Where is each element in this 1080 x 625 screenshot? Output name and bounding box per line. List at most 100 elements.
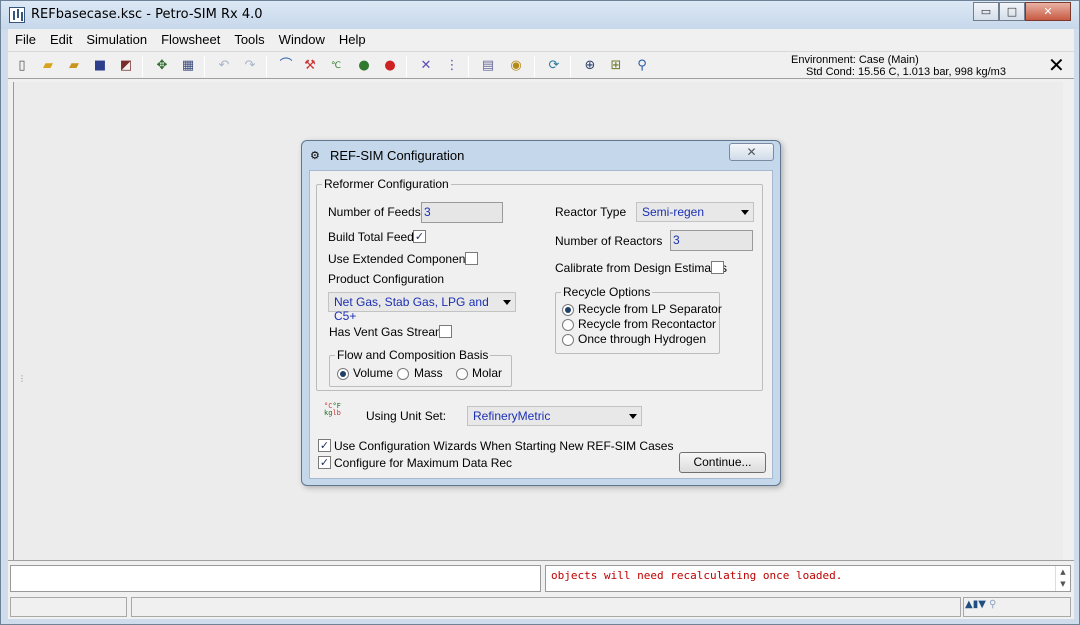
reformer-config-group: Reformer Configuration Number of Feeds 3… (316, 177, 763, 391)
menu-file[interactable]: File (8, 29, 43, 51)
unit-set-dropdown[interactable]: RefineryMetric (467, 406, 642, 426)
menu-flowsheet[interactable]: Flowsheet (154, 29, 227, 51)
trace-window[interactable]: objects will need recalculating once loa… (545, 565, 1071, 592)
basis-molar-radio[interactable] (456, 368, 468, 380)
open-folder-icon[interactable]: ▰ (38, 56, 58, 76)
new-file-icon[interactable]: ▯ (12, 56, 32, 76)
tools-icon[interactable]: ⚒ (300, 56, 320, 76)
environment-info: Environment: Case (Main) Std Cond: 15.56… (791, 54, 1006, 78)
recycle-recontactor-label: Recycle from Recontactor (578, 317, 717, 331)
minimize-button[interactable]: ▭ (973, 2, 999, 21)
app-icon (9, 7, 25, 23)
ref-sim-config-dialog: ⚙ REF-SIM Configuration ✕ Reformer Confi… (301, 140, 781, 486)
once-through-hydrogen-label: Once through Hydrogen (578, 332, 707, 346)
use-extended-components-checkbox[interactable] (465, 252, 478, 265)
build-total-feed-checkbox[interactable]: ✓ (413, 230, 426, 243)
status-cell (10, 597, 127, 617)
status-window[interactable] (10, 565, 541, 592)
number-of-feeds-label: Number of Feeds (328, 205, 421, 219)
toolbar-separator (204, 56, 205, 77)
solver-hold-icon[interactable]: ● (380, 56, 400, 76)
dialog-title-bar[interactable]: ⚙ REF-SIM Configuration ✕ (302, 141, 780, 169)
binoculars-icon[interactable]: ⊕ (580, 56, 600, 76)
recycle-lp-separator-radio[interactable] (562, 304, 574, 316)
number-of-feeds-input[interactable]: 3 (421, 202, 503, 223)
reactor-type-label: Reactor Type (555, 205, 627, 219)
close-icon[interactable]: ✕ (1048, 55, 1065, 75)
menu-window[interactable]: Window (272, 29, 332, 51)
chevron-down-icon (503, 300, 511, 305)
composition-icon[interactable]: ⋮ (442, 56, 462, 76)
trace-scrollbar[interactable]: ▲ ▼ (1055, 566, 1070, 591)
save-icon[interactable]: ■ (90, 56, 110, 76)
curve-plot-icon[interactable]: ⌒ (276, 56, 296, 76)
toolbar-separator (468, 56, 469, 77)
toolbar-separator (142, 56, 143, 77)
has-vent-gas-checkbox[interactable] (439, 325, 452, 338)
product-config-value: Net Gas, Stab Gas, LPG and C5+ (334, 295, 489, 323)
continue-button[interactable]: Continue... (679, 452, 766, 473)
recycle-options-group: Recycle Options Recycle from LP Separato… (555, 285, 722, 354)
toolbar-separator (406, 56, 407, 77)
recycle-lp-separator-label: Recycle from LP Separator (578, 302, 722, 316)
workbook-icon[interactable]: ▦ (178, 56, 198, 76)
stream-icon[interactable]: ✕ (416, 56, 436, 76)
toolbar-separator (570, 56, 571, 77)
dialog-icon: ⚙ (310, 149, 320, 162)
basis-volume-radio[interactable] (337, 368, 349, 380)
number-of-reactors-label: Number of Reactors (555, 234, 663, 248)
oil-manager-icon[interactable]: ◉ (506, 56, 526, 76)
environment-label: Environment: Case (Main) (791, 54, 919, 66)
print-icon[interactable]: ◩ (116, 56, 136, 76)
toolbar-separator (534, 56, 535, 77)
dialog-close-button[interactable]: ✕ (729, 143, 774, 161)
status-cell (131, 597, 961, 617)
reformer-config-title: Reformer Configuration (322, 177, 451, 191)
menu-simulation[interactable]: Simulation (79, 29, 154, 51)
product-config-label: Product Configuration (328, 272, 445, 286)
product-config-dropdown[interactable]: Net Gas, Stab Gas, LPG and C5+ (328, 292, 516, 323)
open-recent-icon[interactable]: ▰ (64, 56, 84, 76)
object-navigator-icon[interactable]: ✥ (152, 56, 172, 76)
use-extended-components-label: Use Extended Components (328, 252, 475, 266)
toolbar-separator (266, 56, 267, 77)
nav-arrows-icon[interactable]: ▲▮▼ ⚲ (965, 599, 996, 610)
refresh-icon[interactable]: ⟳ (544, 56, 564, 76)
max-data-rec-label: Configure for Maximum Data Rec (334, 456, 513, 470)
number-of-reactors-input[interactable]: 3 (670, 230, 753, 251)
window-controls: ▭ □ ✕ (973, 2, 1071, 21)
undo-icon[interactable]: ↶ (214, 56, 234, 76)
menu-tools[interactable]: Tools (227, 29, 271, 51)
dialog-body: Reformer Configuration Number of Feeds 3… (309, 170, 773, 479)
units-icon[interactable]: ℃ (326, 56, 346, 76)
calibrate-checkbox[interactable] (711, 261, 724, 274)
scroll-up-icon[interactable]: ▲ (1056, 566, 1070, 578)
maximize-button[interactable]: □ (999, 2, 1025, 21)
menu-edit[interactable]: Edit (43, 29, 79, 51)
window-title: REFbasecase.ksc - Petro-SIM Rx 4.0 (31, 7, 263, 22)
menu-bar: File Edit Simulation Flowsheet Tools Win… (8, 29, 1074, 51)
search-icon[interactable]: ⚲ (632, 56, 652, 76)
use-wizards-checkbox[interactable]: ✓ (318, 439, 331, 452)
solver-active-icon[interactable]: ● (354, 56, 374, 76)
title-bar[interactable]: REFbasecase.ksc - Petro-SIM Rx 4.0 ▭ □ ✕ (1, 1, 1079, 29)
app-window: REFbasecase.ksc - Petro-SIM Rx 4.0 ▭ □ ✕… (0, 0, 1080, 625)
fluid-package-icon[interactable]: ▤ (478, 56, 498, 76)
splitter-handle[interactable]: ⋮ (18, 374, 26, 383)
redo-icon[interactable]: ↷ (240, 56, 260, 76)
close-window-button[interactable]: ✕ (1025, 2, 1071, 21)
std-cond-label: Std Cond: 15.56 C, 1.013 bar, 998 kg/m3 (806, 66, 1006, 78)
menu-help[interactable]: Help (332, 29, 373, 51)
chevron-down-icon (629, 414, 637, 419)
has-vent-gas-label: Has Vent Gas Stream (329, 325, 446, 339)
scroll-down-icon[interactable]: ▼ (1056, 578, 1070, 590)
reactor-type-dropdown[interactable]: Semi-regen (636, 202, 754, 222)
unit-set-label: Using Unit Set: (366, 409, 447, 423)
chevron-down-icon (741, 210, 749, 215)
once-through-hydrogen-radio[interactable] (562, 334, 574, 346)
basis-mass-radio[interactable] (397, 368, 409, 380)
basis-mass-label: Mass (414, 366, 443, 380)
recycle-recontactor-radio[interactable] (562, 319, 574, 331)
tree-icon[interactable]: ⊞ (606, 56, 626, 76)
max-data-rec-checkbox[interactable]: ✓ (318, 456, 331, 469)
